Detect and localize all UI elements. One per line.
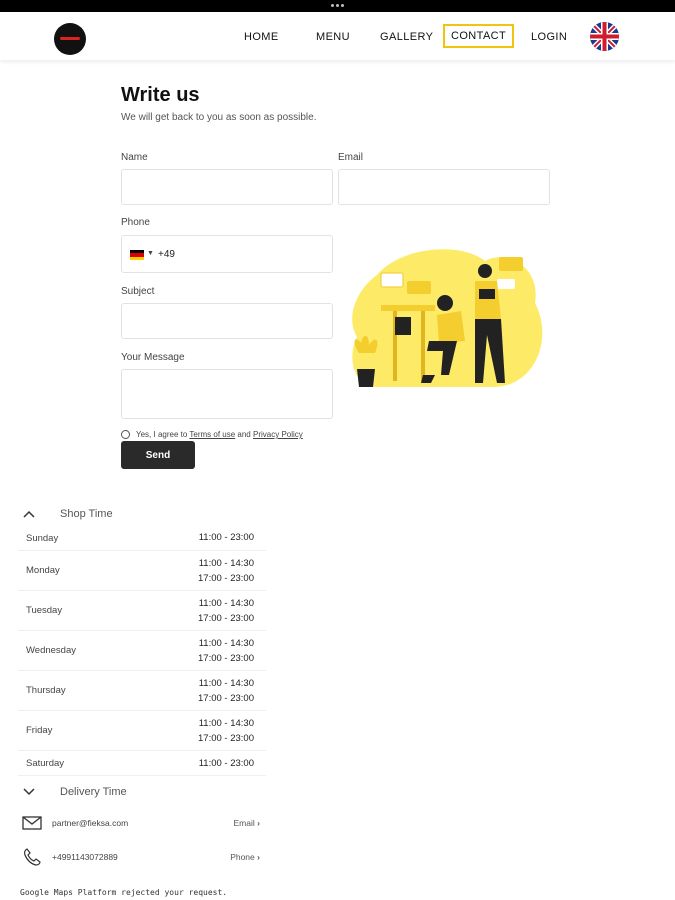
germany-flag-icon[interactable] <box>130 250 144 260</box>
day-label: Tuesday <box>26 605 63 616</box>
agree-prefix: Yes, I agree to <box>136 430 188 439</box>
hours-row-tuesday: Tuesday 11:00 - 14:30 17:00 - 23:00 <box>18 591 266 631</box>
nav-login[interactable]: LOGIN <box>531 31 567 43</box>
day-label: Thursday <box>26 685 66 696</box>
email-input[interactable] <box>338 169 550 205</box>
nav-contact[interactable]: CONTACT <box>443 24 515 48</box>
day-label: Friday <box>26 725 53 736</box>
time-range: 11:00 - 14:30 17:00 - 23:00 <box>198 556 254 586</box>
agree-and: and <box>237 430 251 439</box>
phone-icon <box>24 848 41 866</box>
terms-link[interactable]: Terms of use <box>189 430 235 439</box>
time-slot: 11:00 - 14:30 <box>198 598 254 609</box>
privacy-link[interactable]: Privacy Policy <box>253 430 303 439</box>
phone-label: Phone <box>121 217 150 228</box>
hours-row-monday: Monday 11:00 - 14:30 17:00 - 23:00 <box>18 551 266 591</box>
chevron-down-icon[interactable] <box>18 785 40 799</box>
mail-icon <box>22 816 42 830</box>
shop-time-header[interactable]: Shop Time <box>18 507 113 521</box>
hours-row-sunday: Sunday 11:00 - 23:00 <box>18 529 266 551</box>
hours-row-saturday: Saturday 11:00 - 23:00 <box>18 751 266 776</box>
time-slot: 11:00 - 23:00 <box>198 532 254 543</box>
day-label: Wednesday <box>26 645 76 656</box>
shop-time-title: Shop Time <box>60 508 113 520</box>
phone-link[interactable]: Phone › <box>230 852 260 862</box>
time-range: 11:00 - 14:30 17:00 - 23:00 <box>198 636 254 666</box>
phone-link-label: Phone <box>230 852 255 862</box>
chevron-right-icon: › <box>257 818 260 828</box>
device-status-bar <box>0 0 675 12</box>
time-slot: 11:00 - 14:30 <box>198 718 254 729</box>
page-subtitle: We will get back to you as soon as possi… <box>121 112 317 123</box>
email-label: Email <box>338 152 364 163</box>
phone-input[interactable]: ▼ +49 <box>121 235 333 273</box>
name-input[interactable] <box>121 169 333 205</box>
email-address: partner@fieksa.com <box>52 818 129 828</box>
uk-flag-icon[interactable] <box>590 22 619 51</box>
send-button[interactable]: Send <box>121 441 195 469</box>
time-slot: 11:00 - 14:30 <box>198 638 254 649</box>
hours-row-wednesday: Wednesday 11:00 - 14:30 17:00 - 23:00 <box>18 631 266 671</box>
email-contact-row[interactable]: partner@fieksa.com Email › <box>18 810 264 836</box>
time-range: 11:00 - 14:30 17:00 - 23:00 <box>198 676 254 706</box>
time-range: 11:00 - 14:30 17:00 - 23:00 <box>198 716 254 746</box>
time-slot: 17:00 - 23:00 <box>198 653 254 664</box>
time-range: 11:00 - 23:00 <box>199 530 254 545</box>
time-slot: 17:00 - 23:00 <box>198 693 254 704</box>
time-slot: 11:00 - 23:00 <box>198 758 254 769</box>
more-dots-icon <box>331 4 345 8</box>
hours-row-thursday: Thursday 11:00 - 14:30 17:00 - 23:00 <box>18 671 266 711</box>
time-slot: 17:00 - 23:00 <box>198 573 254 584</box>
subject-input[interactable] <box>121 303 333 339</box>
agree-text: Yes, I agree to Terms of use and Privacy… <box>136 430 303 439</box>
day-label: Saturday <box>26 758 65 769</box>
email-link[interactable]: Email › <box>234 818 260 828</box>
time-slot: 11:00 - 14:30 <box>198 678 254 689</box>
time-range: 11:00 - 14:30 17:00 - 23:00 <box>198 596 254 626</box>
phone-contact-row[interactable]: +4991143072889 Phone › <box>18 844 264 870</box>
agree-checkbox[interactable] <box>121 430 130 439</box>
name-label: Name <box>121 152 148 163</box>
time-range: 11:00 - 23:00 <box>199 756 254 771</box>
day-label: Sunday <box>26 533 59 544</box>
delivery-time-title: Delivery Time <box>60 786 127 798</box>
day-label: Monday <box>26 565 60 576</box>
nav-gallery[interactable]: GALLERY <box>380 31 433 43</box>
contact-illustration <box>352 249 543 387</box>
hours-row-friday: Friday 11:00 - 14:30 17:00 - 23:00 <box>18 711 266 751</box>
nav-home[interactable]: HOME <box>244 31 279 43</box>
time-slot: 11:00 - 14:30 <box>198 558 254 569</box>
delivery-time-header[interactable]: Delivery Time <box>18 785 127 799</box>
phone-country-code: +49 <box>158 249 175 260</box>
brand-logo[interactable] <box>54 23 86 55</box>
time-slot: 17:00 - 23:00 <box>198 613 254 624</box>
nav-menu[interactable]: MENU <box>316 31 350 43</box>
chevron-down-icon[interactable]: ▼ <box>147 250 154 257</box>
top-navbar: HOME MENU GALLERY CONTACT LOGIN <box>0 12 675 60</box>
message-label: Your Message <box>121 352 185 363</box>
phone-number: +4991143072889 <box>52 852 118 862</box>
page-title: Write us <box>121 84 200 106</box>
time-slot: 17:00 - 23:00 <box>198 733 254 744</box>
chevron-up-icon[interactable] <box>18 507 40 521</box>
email-link-label: Email <box>233 818 255 828</box>
chevron-right-icon: › <box>257 852 260 862</box>
message-textarea[interactable] <box>121 369 333 419</box>
map-error-message: Google Maps Platform rejected your reque… <box>20 888 228 897</box>
subject-label: Subject <box>121 286 155 297</box>
